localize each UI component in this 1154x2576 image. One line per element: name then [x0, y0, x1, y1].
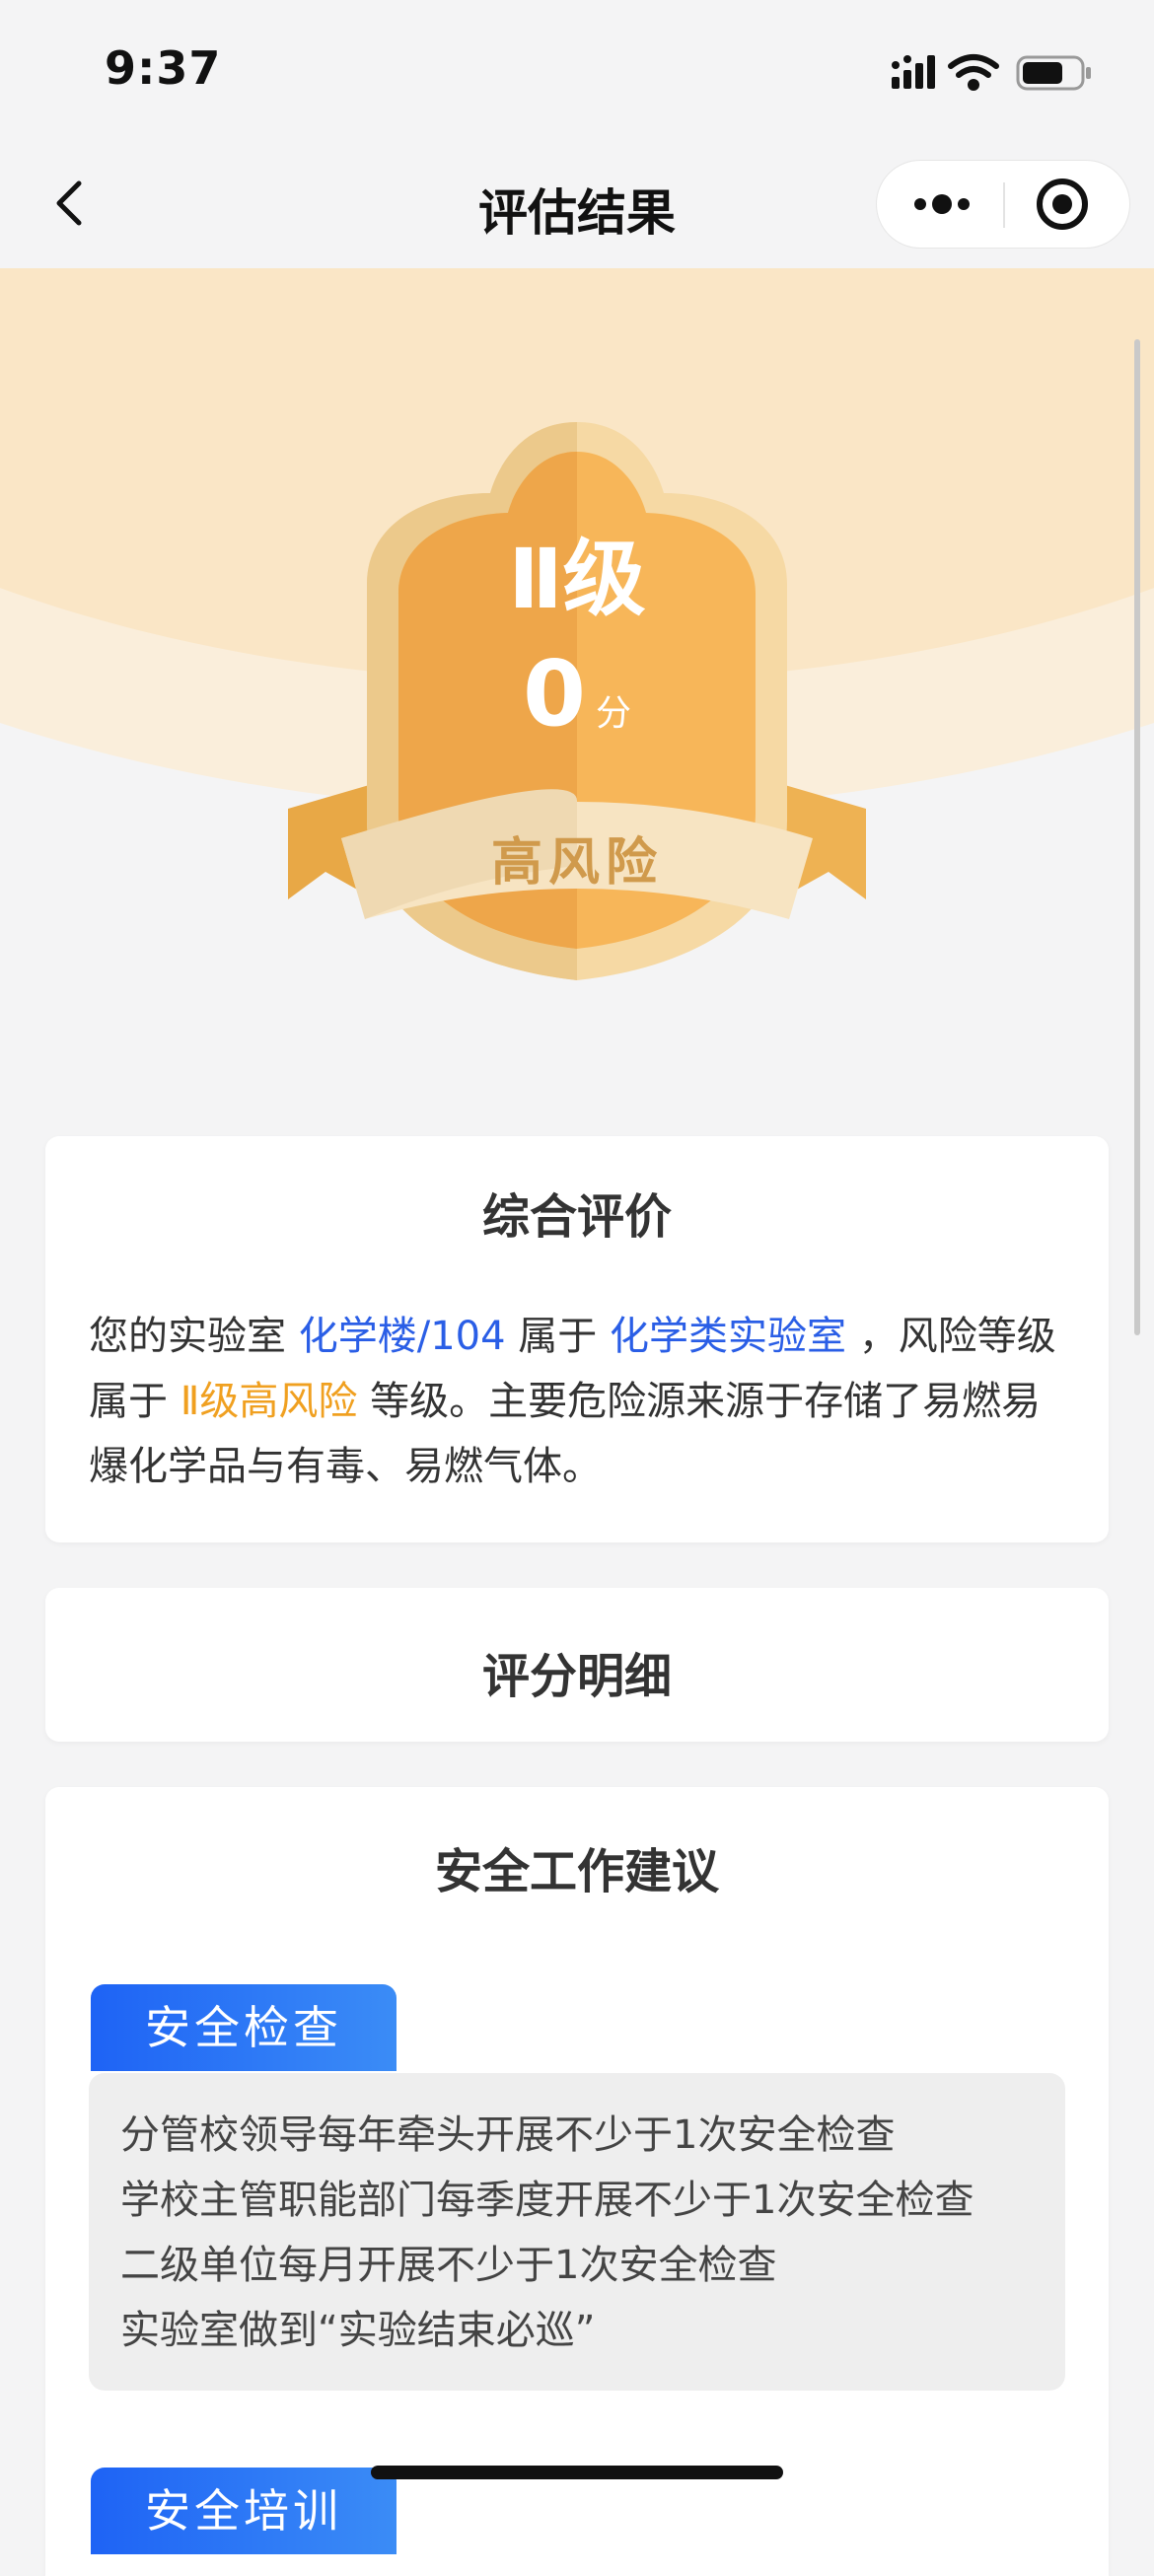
summary-text-2: 属于 [505, 1314, 610, 1359]
status-time: 9:37 [105, 41, 222, 95]
more-icon[interactable] [877, 161, 1003, 248]
summary-card: 综合评价 您的实验室 化学楼/104 属于 化学类实验室 ，风险等级属于 Ⅱ级高… [45, 1136, 1109, 1542]
risk-level-text: Ⅱ级高风险 [180, 1379, 358, 1424]
score-unit: 分 [596, 693, 632, 734]
navigation-bar: 评估结果 [0, 138, 1154, 268]
status-icons [892, 54, 1091, 91]
status-bar: 9:37 [0, 0, 1154, 138]
advice-line: 二级单位每月开展不少于1次安全检查 [120, 2243, 777, 2288]
advice-title: 安全工作建议 [434, 1844, 719, 1899]
advice-line: 实验室做到“实验结束必巡” [120, 2308, 596, 2353]
summary-text: 您的实验室 化学楼/104 属于 化学类实验室 ，风险等级属于 Ⅱ级高风险 等级… [89, 1304, 1065, 1499]
advice-line: 学校主管职能部门每季度开展不少于1次安全检查 [120, 2178, 974, 2223]
score-value: 0 [522, 641, 586, 747]
score-detail-card[interactable]: 评分明细 [45, 1588, 1109, 1742]
risk-grade-label: 高风险 [490, 833, 663, 893]
scrollbar[interactable] [1134, 339, 1140, 1335]
advice-tag-safety-check: 安全检查 [91, 1984, 397, 2071]
score-detail-title: 评分明细 [481, 1649, 672, 1704]
lab-type: 化学类实验室 [609, 1314, 846, 1359]
signal-icon [892, 55, 935, 89]
risk-level-label: Ⅱ级 [508, 531, 646, 627]
home-indicator[interactable] [371, 2466, 783, 2479]
result-hero: Ⅱ级 0分 高风险 [0, 268, 1154, 1116]
battery-icon [1016, 55, 1091, 91]
miniprogram-capsule [876, 160, 1130, 249]
wifi-icon [948, 54, 999, 91]
close-target-icon[interactable] [1005, 161, 1131, 248]
lab-location: 化学楼/104 [298, 1314, 506, 1359]
summary-text-1: 您的实验室 [89, 1314, 299, 1359]
summary-title: 综合评价 [481, 1189, 672, 1245]
advice-box-safety-check: 分管校领导每年牵头开展不少于1次安全检查 学校主管职能部门每季度开展不少于1次安… [89, 2073, 1065, 2391]
advice-line: 分管校领导每年牵头开展不少于1次安全检查 [120, 2112, 896, 2158]
advice-card: 安全工作建议 安全检查 分管校领导每年牵头开展不少于1次安全检查 学校主管职能部… [45, 1787, 1109, 2576]
advice-tag-safety-training: 安全培训 [91, 2468, 397, 2554]
score-display: 0分 [0, 641, 1154, 747]
